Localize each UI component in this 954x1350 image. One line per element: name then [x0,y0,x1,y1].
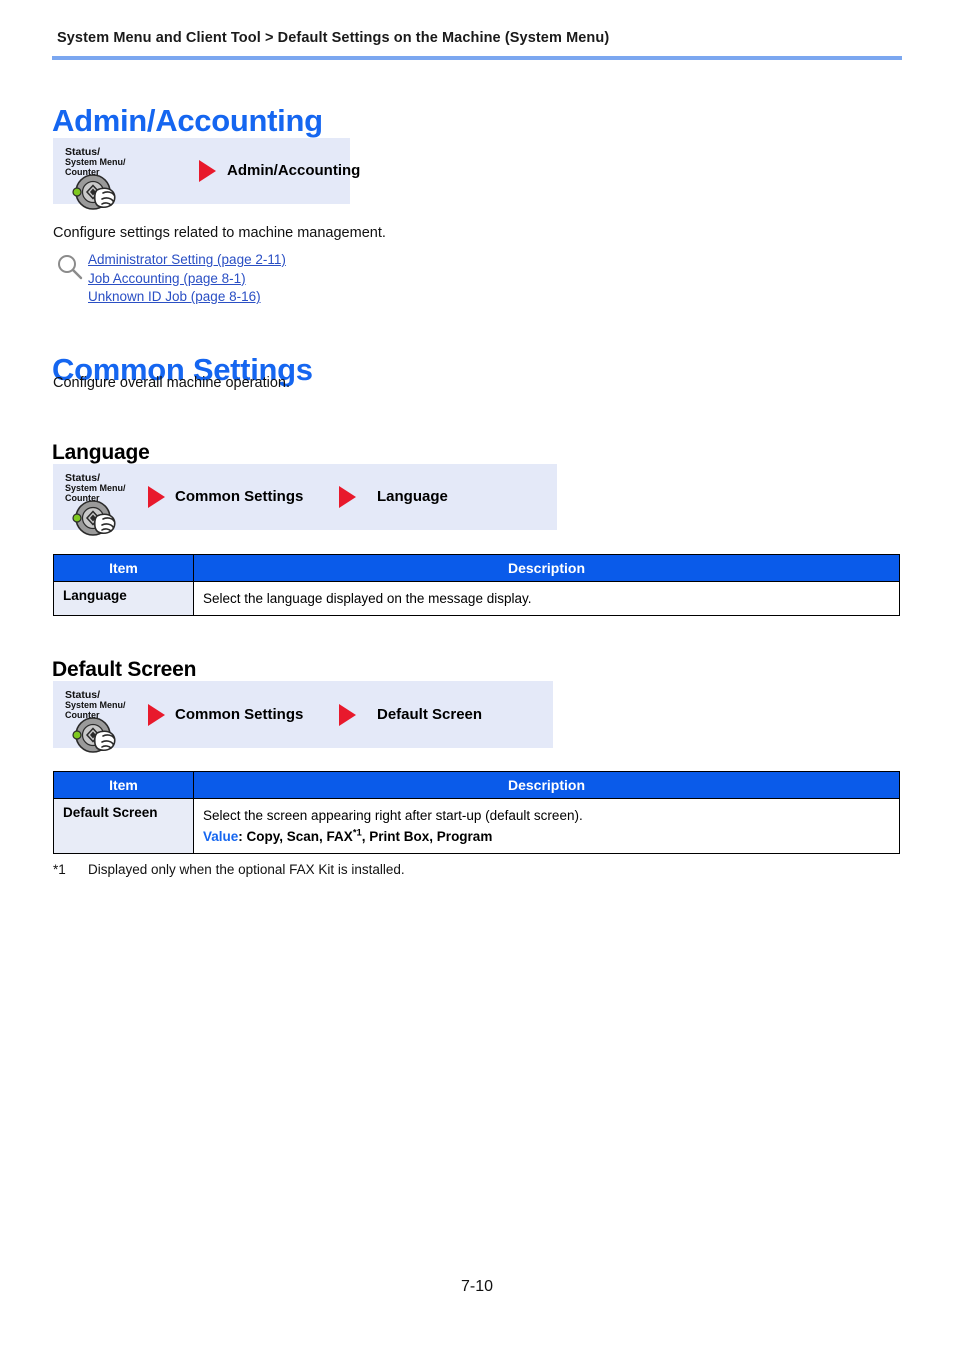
reference-link-job-accounting[interactable]: Job Accounting (page 8-1) [88,271,246,286]
column-header-description: Description [193,554,900,582]
subsection-title-default-screen: Default Screen [52,658,197,682]
cell-item-default-screen: Default Screen [53,798,194,854]
table-language: Item Description Language Select the lan… [53,554,900,616]
breadcrumb: System Menu and Client Tool > Default Se… [57,30,610,46]
cell-description-language: Select the language displayed on the mes… [193,581,900,616]
svg-text:System Menu/: System Menu/ [65,157,126,167]
column-header-description: Description [193,771,900,799]
common-settings-description: Configure overall machine operation. [53,375,290,391]
status-system-menu-counter-key-icon[interactable]: Status/ System Menu/ Counter [63,470,147,538]
step-arrow-icon [339,486,356,508]
step-arrow-icon [148,486,165,508]
table-header-row: Item Description [53,554,900,582]
keypath-step-label-common-settings: Common Settings [175,488,304,505]
page-title-admin-accounting: Admin/Accounting [52,102,323,138]
value-text-post: , Print Box, Program [361,829,493,844]
status-system-menu-counter-key-icon[interactable]: Status/ System Menu/ Counter [63,687,147,755]
keypath-step-label: Admin/Accounting [227,162,361,179]
keypath-step-label-language: Language [377,488,448,505]
reference-link-list: Administrator Setting (page 2-11) Job Ac… [88,251,286,307]
admin-description: Configure settings related to machine ma… [53,225,386,241]
magnifier-icon [58,255,83,280]
svg-text:System Menu/: System Menu/ [65,483,126,493]
footnote-mark: *1 [53,862,66,877]
cell-description-default-screen: Select the screen appearing right after … [193,798,900,854]
keypath-step-label-default-screen: Default Screen [377,706,483,723]
step-arrow-icon [339,704,356,726]
reference-link-unknown-id-job[interactable]: Unknown ID Job (page 8-16) [88,289,261,304]
footnote-text: Displayed only when the optional FAX Kit… [88,862,405,877]
cell-item-language: Language [53,581,194,616]
keypath-box-language: Status/ System Menu/ Counter Common Sett… [53,464,557,536]
reference-links-block: Administrator Setting (page 2-11) Job Ac… [53,251,473,309]
table-default-screen: Item Description Default Screen Select t… [53,771,900,854]
header-rule [52,56,902,60]
status-system-menu-counter-key-icon[interactable]: Status/ System Menu/ Counter [63,144,147,212]
keypath-box-default-screen: Status/ System Menu/ Counter Common Sett… [53,681,553,753]
reference-link-administrator-setting[interactable]: Administrator Setting (page 2-11) [88,252,286,267]
table-row: Default Screen Select the screen appeari… [53,798,900,854]
footnote: *1 Displayed only when the optional FAX K… [53,862,405,877]
value-line: Value: Copy, Scan, FAX*1, Print Box, Pro… [203,826,890,847]
column-header-item: Item [53,771,194,799]
description-text: Select the screen appearing right after … [203,808,583,823]
subsection-title-language: Language [52,441,150,465]
value-superscript: *1 [352,827,362,839]
value-text-pre: : Copy, Scan, FAX [238,829,353,844]
keypath-step-label-common-settings: Common Settings [175,706,304,723]
table-row: Language Select the language displayed o… [53,581,900,616]
keypath-box-admin-accounting: Status/ System Menu/ Counter Admin/Accou… [53,138,360,210]
page-number: 7-10 [460,1278,494,1295]
value-label: Value [203,829,239,844]
column-header-item: Item [53,554,194,582]
description-text: Select the language displayed on the mes… [203,591,532,606]
table-header-row: Item Description [53,771,900,799]
step-arrow-icon [148,704,165,726]
svg-text:System Menu/: System Menu/ [65,700,126,710]
step-arrow-icon [199,160,216,182]
